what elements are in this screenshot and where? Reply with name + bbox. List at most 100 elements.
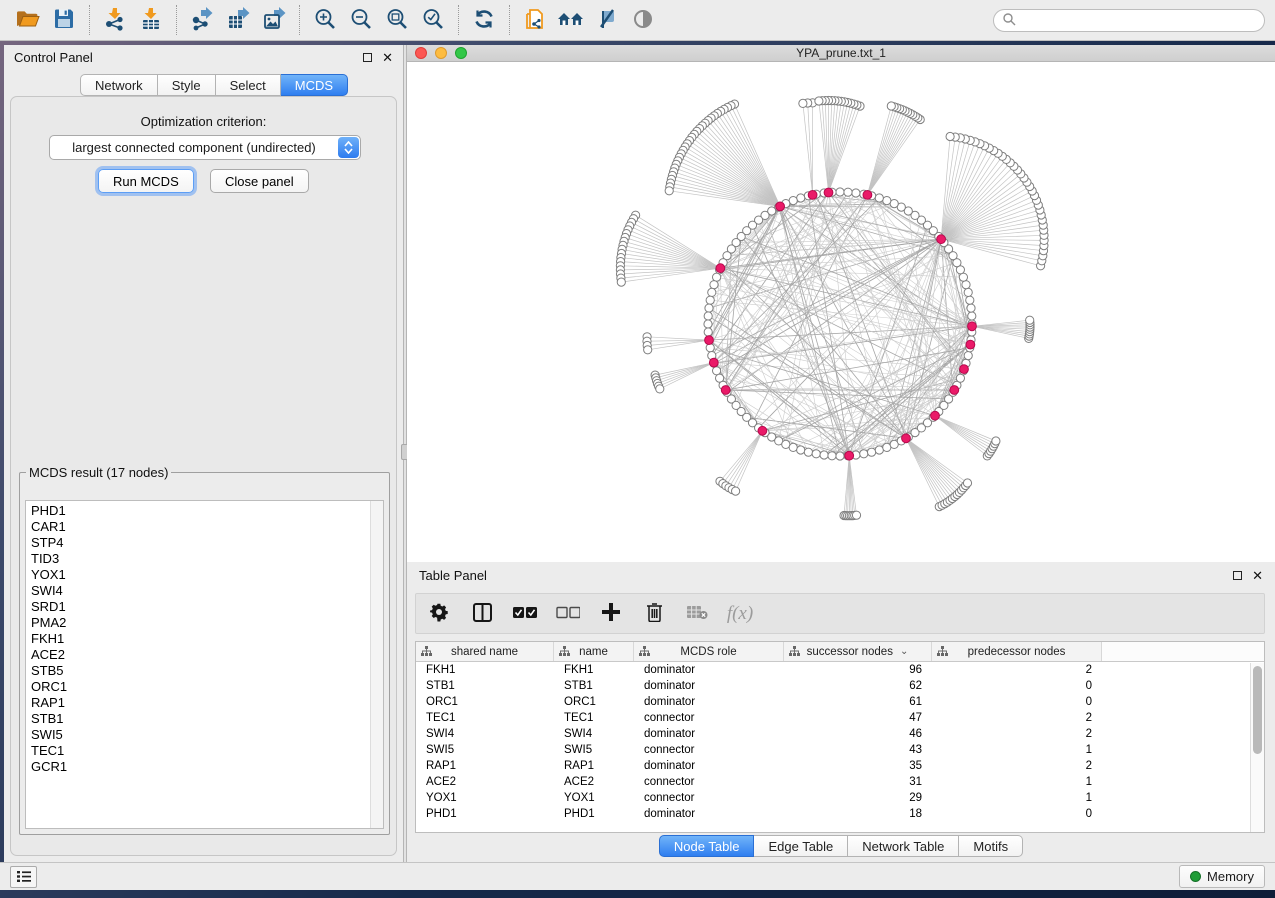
table-cell: YOX1 — [416, 790, 554, 806]
tab-mcds[interactable]: MCDS — [281, 74, 348, 96]
export-network-button[interactable] — [184, 3, 220, 37]
toolbar-separator — [458, 5, 459, 35]
table-cell: FKH1 — [416, 662, 554, 678]
function-button[interactable]: f(x) — [727, 601, 753, 627]
mcds-result-item[interactable]: ORC1 — [31, 679, 383, 695]
mcds-result-item[interactable]: TID3 — [31, 551, 383, 567]
mcds-result-item[interactable]: FKH1 — [31, 631, 383, 647]
gear-button[interactable] — [426, 601, 452, 627]
mcds-result-item[interactable]: RAP1 — [31, 695, 383, 711]
float-panel-icon[interactable] — [363, 53, 372, 62]
network-canvas[interactable] — [407, 62, 1275, 562]
table-row[interactable]: ORC1ORC1dominator610 — [416, 694, 1264, 710]
table-cell: 29 — [784, 790, 932, 806]
hide-labels-button[interactable] — [589, 3, 625, 37]
zoom-out-button[interactable] — [343, 3, 379, 37]
network-window-title: YPA_prune.txt_1 — [407, 46, 1275, 60]
mcds-result-item[interactable]: STB1 — [31, 711, 383, 727]
table-row[interactable]: SWI5SWI5connector431 — [416, 742, 1264, 758]
column-header-predecessor-nodes[interactable]: predecessor nodes — [932, 642, 1102, 661]
node-table[interactable]: shared namenameMCDS rolesuccessor nodes⌄… — [415, 641, 1265, 833]
delete-table-button[interactable] — [684, 601, 710, 627]
mcds-result-item[interactable]: ACE2 — [31, 647, 383, 663]
column-header-MCDS-role[interactable]: MCDS role — [634, 642, 784, 661]
table-row[interactable]: RAP1RAP1dominator352 — [416, 758, 1264, 774]
table-row[interactable]: TEC1TEC1connector472 — [416, 710, 1264, 726]
mcds-result-item[interactable]: STP4 — [31, 535, 383, 551]
mcds-result-item[interactable]: STB5 — [31, 663, 383, 679]
float-panel-icon[interactable] — [1233, 571, 1242, 580]
mcds-result-item[interactable]: GCR1 — [31, 759, 383, 775]
tab-edge-table[interactable]: Edge Table — [754, 835, 848, 857]
tab-node-table[interactable]: Node Table — [659, 835, 755, 857]
network-window-titlebar[interactable]: YPA_prune.txt_1 — [407, 45, 1275, 62]
network-graph[interactable] — [407, 62, 1275, 562]
mcds-result-item[interactable]: SWI4 — [31, 583, 383, 599]
zoom-in-button[interactable] — [307, 3, 343, 37]
column-header-shared-name[interactable]: shared name — [416, 642, 554, 661]
table-cell: 2 — [932, 662, 1102, 678]
delete-button[interactable] — [641, 601, 667, 627]
column-header-name[interactable]: name — [554, 642, 634, 661]
mcds-result-list[interactable]: PHD1CAR1STP4TID3YOX1SWI4SRD1PMA2FKH1ACE2… — [25, 500, 384, 829]
refresh-button[interactable] — [466, 3, 502, 37]
close-panel-icon[interactable]: ✕ — [1252, 569, 1263, 582]
table-cell: 31 — [784, 774, 932, 790]
mcds-list-scrollbar[interactable] — [370, 501, 383, 828]
save-icon — [52, 7, 76, 34]
search-field[interactable] — [1022, 13, 1256, 27]
mcds-result-item[interactable]: SWI5 — [31, 727, 383, 743]
run-mcds-button[interactable]: Run MCDS — [98, 169, 194, 193]
deselect-all-button[interactable] — [555, 601, 581, 627]
scrollbar-thumb[interactable] — [1253, 666, 1262, 754]
columns-button[interactable] — [469, 601, 495, 627]
home-network-button[interactable] — [553, 3, 589, 37]
import-network-button[interactable] — [97, 3, 133, 37]
task-history-button[interactable] — [10, 866, 37, 888]
table-cell: 1 — [932, 774, 1102, 790]
import-table-button[interactable] — [133, 3, 169, 37]
zoom-fit-button[interactable] — [379, 3, 415, 37]
tab-select[interactable]: Select — [216, 74, 281, 96]
mcds-result-item[interactable]: PHD1 — [31, 503, 383, 519]
mcds-result-item[interactable]: CAR1 — [31, 519, 383, 535]
table-row[interactable]: YOX1YOX1connector291 — [416, 790, 1264, 806]
zoom-out-icon — [349, 7, 373, 34]
export-image-icon — [262, 7, 286, 34]
mcds-result-item[interactable]: SRD1 — [31, 599, 383, 615]
tab-style[interactable]: Style — [158, 74, 216, 96]
share-document-button[interactable] — [517, 3, 553, 37]
tab-motifs[interactable]: Motifs — [959, 835, 1023, 857]
mcds-result-item[interactable]: TEC1 — [31, 743, 383, 759]
mcds-result-item[interactable]: PMA2 — [31, 615, 383, 631]
close-panel-button[interactable]: Close panel — [210, 169, 309, 193]
toolbar-separator — [509, 5, 510, 35]
contrast-button[interactable] — [625, 3, 661, 37]
toolbar-separator — [176, 5, 177, 35]
mcds-result-item[interactable]: YOX1 — [31, 567, 383, 583]
zoom-selected-button[interactable] — [415, 3, 451, 37]
tab-network-table[interactable]: Network Table — [848, 835, 959, 857]
close-panel-icon[interactable]: ✕ — [382, 51, 393, 64]
save-button[interactable] — [46, 3, 82, 37]
table-cell: dominator — [634, 726, 784, 742]
add-button[interactable] — [598, 601, 624, 627]
memory-label: Memory — [1207, 869, 1254, 884]
select-all-button[interactable] — [512, 601, 538, 627]
optimization-criterion-select[interactable]: largest connected component (undirected) — [49, 135, 361, 160]
export-image-button[interactable] — [256, 3, 292, 37]
table-cell: dominator — [634, 694, 784, 710]
table-row[interactable]: SWI4SWI4dominator462 — [416, 726, 1264, 742]
table-cell: STB1 — [554, 678, 634, 694]
table-row[interactable]: STB1STB1dominator620 — [416, 678, 1264, 694]
memory-button[interactable]: Memory — [1179, 865, 1265, 888]
open-folder-button[interactable] — [10, 3, 46, 37]
export-table-button[interactable] — [220, 3, 256, 37]
column-header-successor-nodes[interactable]: successor nodes⌄ — [784, 642, 932, 661]
search-input[interactable] — [993, 9, 1265, 32]
table-scrollbar[interactable] — [1250, 663, 1264, 832]
table-row[interactable]: ACE2ACE2connector311 — [416, 774, 1264, 790]
table-row[interactable]: PHD1PHD1dominator180 — [416, 806, 1264, 822]
table-row[interactable]: FKH1FKH1dominator962 — [416, 662, 1264, 678]
tab-network[interactable]: Network — [80, 74, 158, 96]
